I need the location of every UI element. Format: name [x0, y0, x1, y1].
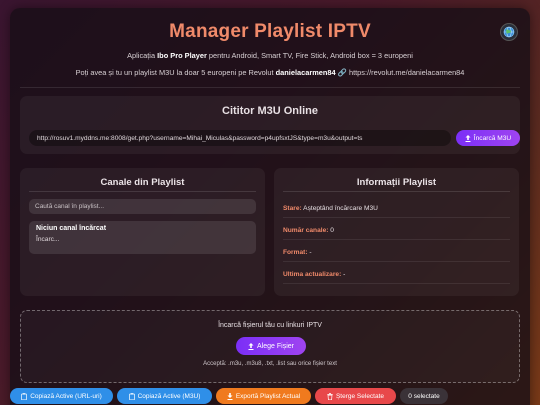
subtitle-prefix: Aplicația — [127, 51, 156, 60]
copy-active-m3u-button[interactable]: Copiază Active (M3U) — [117, 388, 212, 404]
choose-file-label: Alege Fișier — [257, 342, 294, 350]
channels-panel: Canale din Playlist Niciun canal încărca… — [20, 168, 265, 296]
info-label: Format: — [283, 249, 308, 256]
page-title: Manager Playlist IPTV — [169, 21, 371, 42]
reader-title: Cititor M3U Online — [222, 105, 318, 117]
link-icon: 🔗 — [337, 68, 347, 77]
info-row-format: Format: - — [283, 249, 510, 262]
export-playlist-label: Exportă Playlist Actual — [235, 392, 301, 400]
info-label: Număr canale: — [283, 227, 329, 234]
loading-status: Încarc... — [36, 236, 60, 243]
action-toolbar: Copiază Active (URL-uri) Copiază Active … — [10, 388, 448, 404]
clipboard-icon — [128, 392, 135, 400]
trash-icon — [327, 392, 333, 400]
info-value: - — [343, 271, 346, 278]
promo-user: danielacarmen84 — [275, 68, 336, 77]
upload-icon — [465, 134, 471, 142]
m3u-url-input[interactable] — [29, 130, 451, 146]
upload-icon — [248, 342, 254, 350]
playlist-info-panel: Informații Playlist Stare: Așteptând înc… — [274, 168, 519, 296]
load-m3u-label: Încarcă M3U — [473, 134, 512, 142]
clipboard-icon — [21, 392, 28, 400]
info-label: Ultima actualizare: — [283, 271, 342, 278]
choose-file-button[interactable]: Alege Fișier — [236, 337, 306, 355]
m3u-reader-panel: Cititor M3U Online Încarcă M3U — [20, 96, 520, 154]
channels-title: Canale din Playlist — [100, 177, 185, 188]
info-row-last-update: Ultima actualizare: - — [283, 271, 510, 284]
file-upload-dropzone[interactable]: Încarcă fișierul tău cu linkuri IPTV Ale… — [20, 310, 520, 383]
info-label: Stare: — [283, 205, 302, 212]
info-value: Așteptând încărcare M3U — [303, 205, 378, 212]
app-subtitle: Aplicația Ibo Pro Player pentru Android,… — [10, 51, 530, 60]
subtitle-rest: pentru Android, Smart TV, Fire Stick, An… — [208, 51, 413, 60]
main-card: Manager Playlist IPTV Aplicația Ibo Pro … — [10, 8, 530, 405]
empty-title: Niciun canal încărcat — [36, 225, 107, 232]
promo-line: Poți avea și tu un playlist M3U la doar … — [10, 68, 530, 77]
channel-list: Niciun canal încărcat Încarc... — [29, 221, 256, 254]
app-name: Ibo Pro Player — [157, 51, 207, 60]
promo-prefix: Poți avea și tu un playlist M3U la doar … — [75, 68, 274, 77]
delete-selected-button[interactable]: Șterge Selectate — [315, 388, 396, 404]
download-icon — [227, 392, 233, 400]
load-m3u-button[interactable]: Încarcă M3U — [456, 130, 520, 146]
info-value: - — [309, 249, 312, 256]
selected-count-badge: 0 selectate — [400, 388, 448, 404]
copy-active-urls-button[interactable]: Copiază Active (URL-uri) — [10, 388, 113, 404]
delete-selected-label: Șterge Selectate — [335, 392, 385, 400]
header-divider — [20, 87, 520, 88]
info-row-status: Stare: Așteptând încărcare M3U — [283, 205, 510, 218]
channel-search-input[interactable] — [29, 199, 256, 214]
selected-count: 0 selectate — [408, 392, 440, 400]
export-playlist-button[interactable]: Exportă Playlist Actual — [216, 388, 311, 404]
info-title: Informații Playlist — [356, 177, 437, 188]
info-value: 0 — [330, 227, 334, 234]
info-row-channel-count: Număr canale: 0 — [283, 227, 510, 240]
info-divider — [283, 191, 510, 192]
copy-active-m3u-label: Copiază Active (M3U) — [137, 392, 201, 400]
upload-title: Încarcă fișierul tău cu linkuri IPTV — [218, 322, 322, 329]
channels-divider — [29, 191, 256, 192]
accepted-formats-hint: Acceptă: .m3u, .m3u8, .txt, .list sau or… — [203, 361, 337, 367]
promo-link[interactable]: https://revolut.me/danielacarmen84 — [349, 68, 464, 77]
copy-active-urls-label: Copiază Active (URL-uri) — [30, 392, 102, 400]
